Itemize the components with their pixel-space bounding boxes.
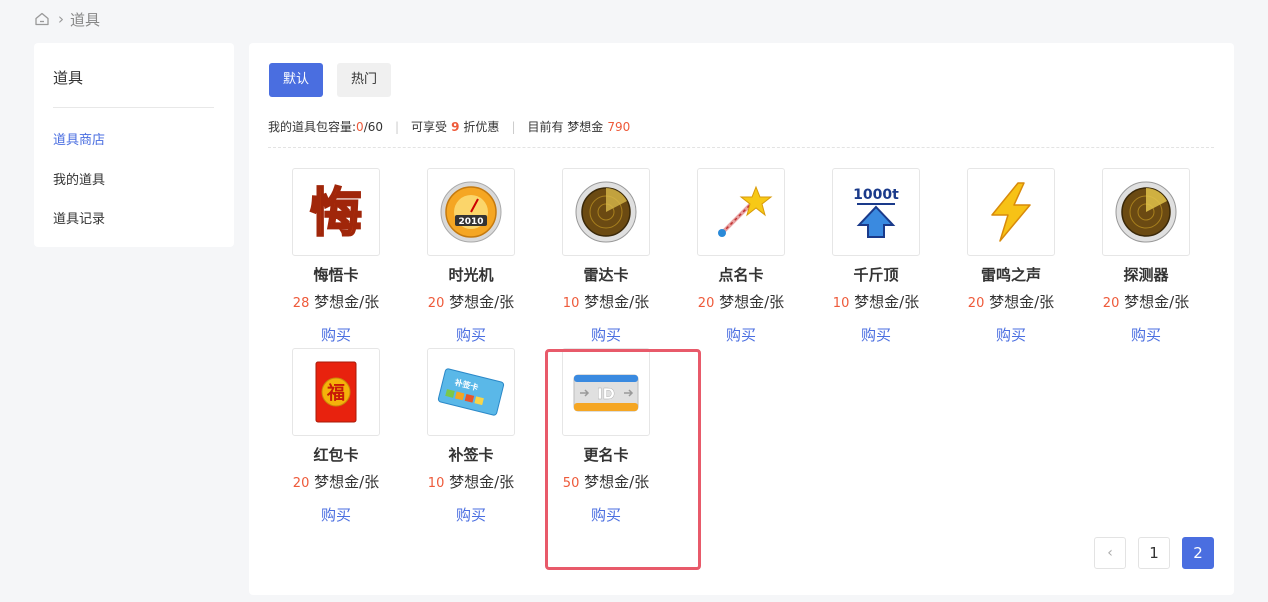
item-price: 10 梦想金/张 xyxy=(832,293,920,311)
lightning-icon[interactable] xyxy=(967,168,1055,256)
item-name: 点名卡 xyxy=(718,266,764,284)
tab-bar: 默认 热门 xyxy=(269,63,392,97)
makeup-sign-card-icon[interactable]: 补签卡 xyxy=(427,348,515,436)
prev-page-button[interactable]: ‹ xyxy=(1094,537,1126,569)
time-machine-icon[interactable]: 2010 xyxy=(427,168,515,256)
item-card: 2010 时光机 20 梦想金/张 购买 xyxy=(411,168,531,345)
magic-wand-icon[interactable] xyxy=(697,168,785,256)
item-price: 20 梦想金/张 xyxy=(1102,293,1190,311)
buy-button[interactable]: 购买 xyxy=(411,505,531,525)
page-button-2[interactable]: 2 xyxy=(1182,537,1214,569)
item-price: 10 梦想金/张 xyxy=(427,473,515,491)
item-card: 雷达卡 10 梦想金/张 购买 xyxy=(546,168,666,345)
item-price: 10 梦想金/张 xyxy=(562,293,650,311)
item-name: 千斤顶 xyxy=(853,266,899,284)
item-name: 悔悟卡 xyxy=(313,266,359,284)
breadcrumb-separator: › xyxy=(58,10,64,28)
main-panel: 默认 热门 我的道具包容量: 0 /60 | 可享受 9 折优惠 | 目前有 梦… xyxy=(249,43,1234,595)
balance-value: 790 xyxy=(607,119,631,134)
discount-suffix: 折优惠 xyxy=(463,120,500,134)
buy-button[interactable]: 购买 xyxy=(951,325,1071,345)
item-card: 探测器 20 梦想金/张 购买 xyxy=(1086,168,1206,345)
buy-button[interactable]: 购买 xyxy=(411,325,531,345)
item-card: 点名卡 20 梦想金/张 购买 xyxy=(681,168,801,345)
sidebar-title: 道具 xyxy=(53,69,84,87)
capacity-used: 0 xyxy=(356,119,364,134)
item-name: 雷鸣之声 xyxy=(980,266,1041,284)
item-card: 补签卡 补签卡 10 梦想金/张 购买 xyxy=(411,348,531,525)
item-card: 悔 悔悟卡 28 梦想金/张 购买 xyxy=(276,168,396,345)
breadcrumb-current: 道具 xyxy=(70,10,101,29)
info-bar: 我的道具包容量: 0 /60 | 可享受 9 折优惠 | 目前有 梦想金 790 xyxy=(268,119,631,135)
item-name: 补签卡 xyxy=(448,446,494,464)
item-name: 时光机 xyxy=(448,266,494,284)
item-card: 雷鸣之声 20 梦想金/张 购买 xyxy=(951,168,1071,345)
capacity-label: 我的道具包容量: xyxy=(268,120,357,134)
buy-button[interactable]: 购买 xyxy=(276,505,396,525)
item-name: 探测器 xyxy=(1123,266,1169,284)
breadcrumb: › 道具 xyxy=(34,9,100,29)
discount-value: 9 xyxy=(451,119,460,134)
item-name: 红包卡 xyxy=(313,446,359,464)
regret-card-icon[interactable]: 悔 xyxy=(292,168,380,256)
item-card: 福 红包卡 20 梦想金/张 购买 xyxy=(276,348,396,525)
item-card: 1000t 千斤顶 10 梦想金/张 购买 xyxy=(816,168,936,345)
svg-text:1000t: 1000t xyxy=(853,187,899,203)
sidebar-item-shop[interactable]: 道具商店 xyxy=(53,129,105,148)
buy-button[interactable]: 购买 xyxy=(1086,325,1206,345)
tab-default[interactable]: 默认 xyxy=(269,63,324,97)
selection-highlight xyxy=(545,349,701,570)
dashed-divider xyxy=(268,147,1214,148)
radar-icon[interactable] xyxy=(562,168,650,256)
sidebar-item-my-items[interactable]: 我的道具 xyxy=(53,169,105,188)
sidebar-item-records[interactable]: 道具记录 xyxy=(53,208,105,227)
tab-hot[interactable]: 热门 xyxy=(337,63,392,97)
item-price: 20 梦想金/张 xyxy=(697,293,785,311)
sidebar-divider xyxy=(53,107,214,108)
jack-icon[interactable]: 1000t xyxy=(832,168,920,256)
item-name: 雷达卡 xyxy=(583,266,629,284)
buy-button[interactable]: 购买 xyxy=(816,325,936,345)
capacity-total: /60 xyxy=(363,119,383,134)
item-price: 20 梦想金/张 xyxy=(427,293,515,311)
buy-button[interactable]: 购买 xyxy=(546,325,666,345)
home-icon[interactable] xyxy=(34,11,50,27)
item-price: 20 梦想金/张 xyxy=(292,473,380,491)
buy-button[interactable]: 购买 xyxy=(276,325,396,345)
pagination: ‹ 1 2 xyxy=(1094,537,1214,569)
item-price: 28 梦想金/张 xyxy=(292,293,380,311)
sidebar: 道具 道具商店 我的道具 道具记录 xyxy=(34,43,234,247)
svg-text:2010: 2010 xyxy=(458,217,483,227)
detector-icon[interactable] xyxy=(1102,168,1190,256)
buy-button[interactable]: 购买 xyxy=(681,325,801,345)
page-button-1[interactable]: 1 xyxy=(1138,537,1170,569)
red-envelope-icon[interactable]: 福 xyxy=(292,348,380,436)
item-price: 20 梦想金/张 xyxy=(967,293,1055,311)
balance-prefix: 目前有 梦想金 xyxy=(527,120,604,134)
svg-text:悔: 悔 xyxy=(310,184,362,244)
svg-text:福: 福 xyxy=(326,382,345,404)
discount-prefix: 可享受 xyxy=(411,120,448,134)
